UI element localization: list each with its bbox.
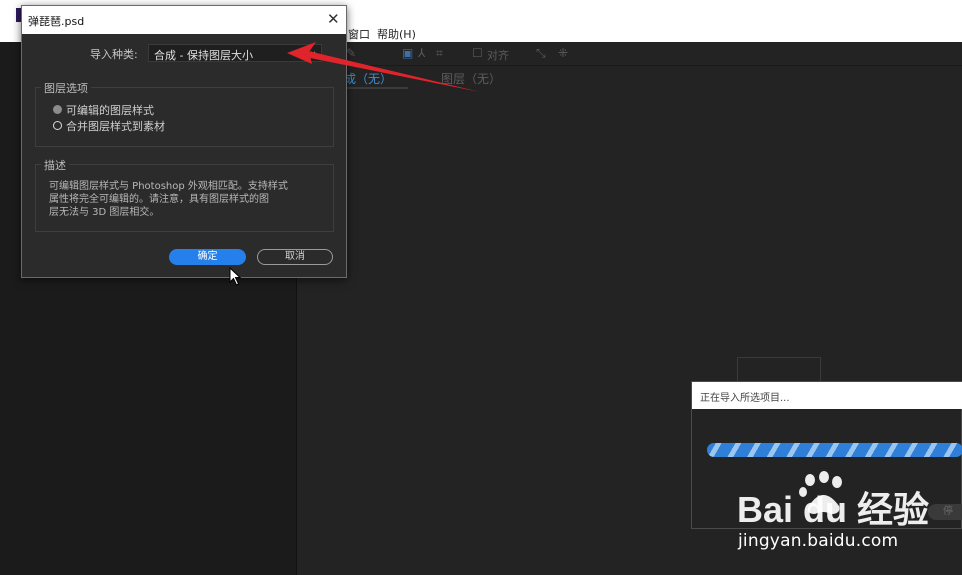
import-kind-select[interactable]: 合成 - 保持图层大小 ⌄ (148, 44, 322, 62)
select-tool-icon[interactable]: ▣ (402, 46, 413, 60)
pin-icon[interactable]: ✎ (346, 46, 356, 60)
import-kind-value: 合成 - 保持图层大小 (154, 49, 253, 62)
dialog-titlebar: 弹琵琶.psd ✕ (22, 6, 346, 34)
ok-button[interactable]: 确定 (169, 249, 246, 265)
align-checkbox[interactable]: ☐ (472, 46, 483, 60)
description-line: 层无法与 3D 图层相交。 (49, 207, 160, 218)
anchor-tool-icon[interactable]: ⅄ (418, 46, 425, 60)
mouse-cursor-icon (229, 267, 242, 286)
progress-title: 正在导入所选项目... (700, 393, 790, 404)
cancel-button[interactable]: 取消 (257, 249, 333, 265)
transform-tool-icon[interactable]: ⌗ (436, 46, 443, 61)
import-dialog: 弹琵琶.psd ✕ 导入种类: 合成 - 保持图层大小 ⌄ 图层选项 可编辑的图… (21, 5, 347, 278)
watermark-brand: Bai du 经验 (737, 489, 929, 530)
dialog-title: 弹琵琶.psd (28, 15, 85, 28)
grid-icon[interactable]: ⁜ (558, 46, 568, 60)
tab-composition[interactable]: 成（无） (344, 70, 392, 87)
radio-merge-styles[interactable] (53, 121, 62, 130)
progress-bar (707, 443, 962, 457)
watermark-url: jingyan.baidu.com (738, 531, 899, 551)
snap-icon[interactable]: ⤡ (536, 46, 546, 61)
description-title: 描述 (41, 157, 69, 173)
menu-window[interactable]: 窗口 (348, 26, 370, 42)
radio-editable-styles[interactable] (53, 105, 62, 114)
close-icon[interactable]: ✕ (327, 10, 340, 28)
import-kind-label: 导入种类: (90, 48, 138, 61)
align-label: 对齐 (487, 49, 509, 62)
layer-options-title: 图层选项 (41, 80, 91, 96)
tab-layer[interactable]: 图层（无） (441, 70, 501, 87)
radio-merge-styles-label[interactable]: 合并图层样式到素材 (66, 118, 165, 134)
progress-titlebar: 正在导入所选项目... (692, 382, 962, 409)
chevron-down-icon: ⌄ (309, 46, 318, 57)
toolbar: ✎ ▣ ⅄ ⌗ ☐ 对齐 ⤡ ⁜ (296, 42, 962, 66)
radio-editable-styles-label[interactable]: 可编辑的图层样式 (66, 102, 154, 118)
menu-help[interactable]: 帮助(H) (377, 26, 416, 42)
